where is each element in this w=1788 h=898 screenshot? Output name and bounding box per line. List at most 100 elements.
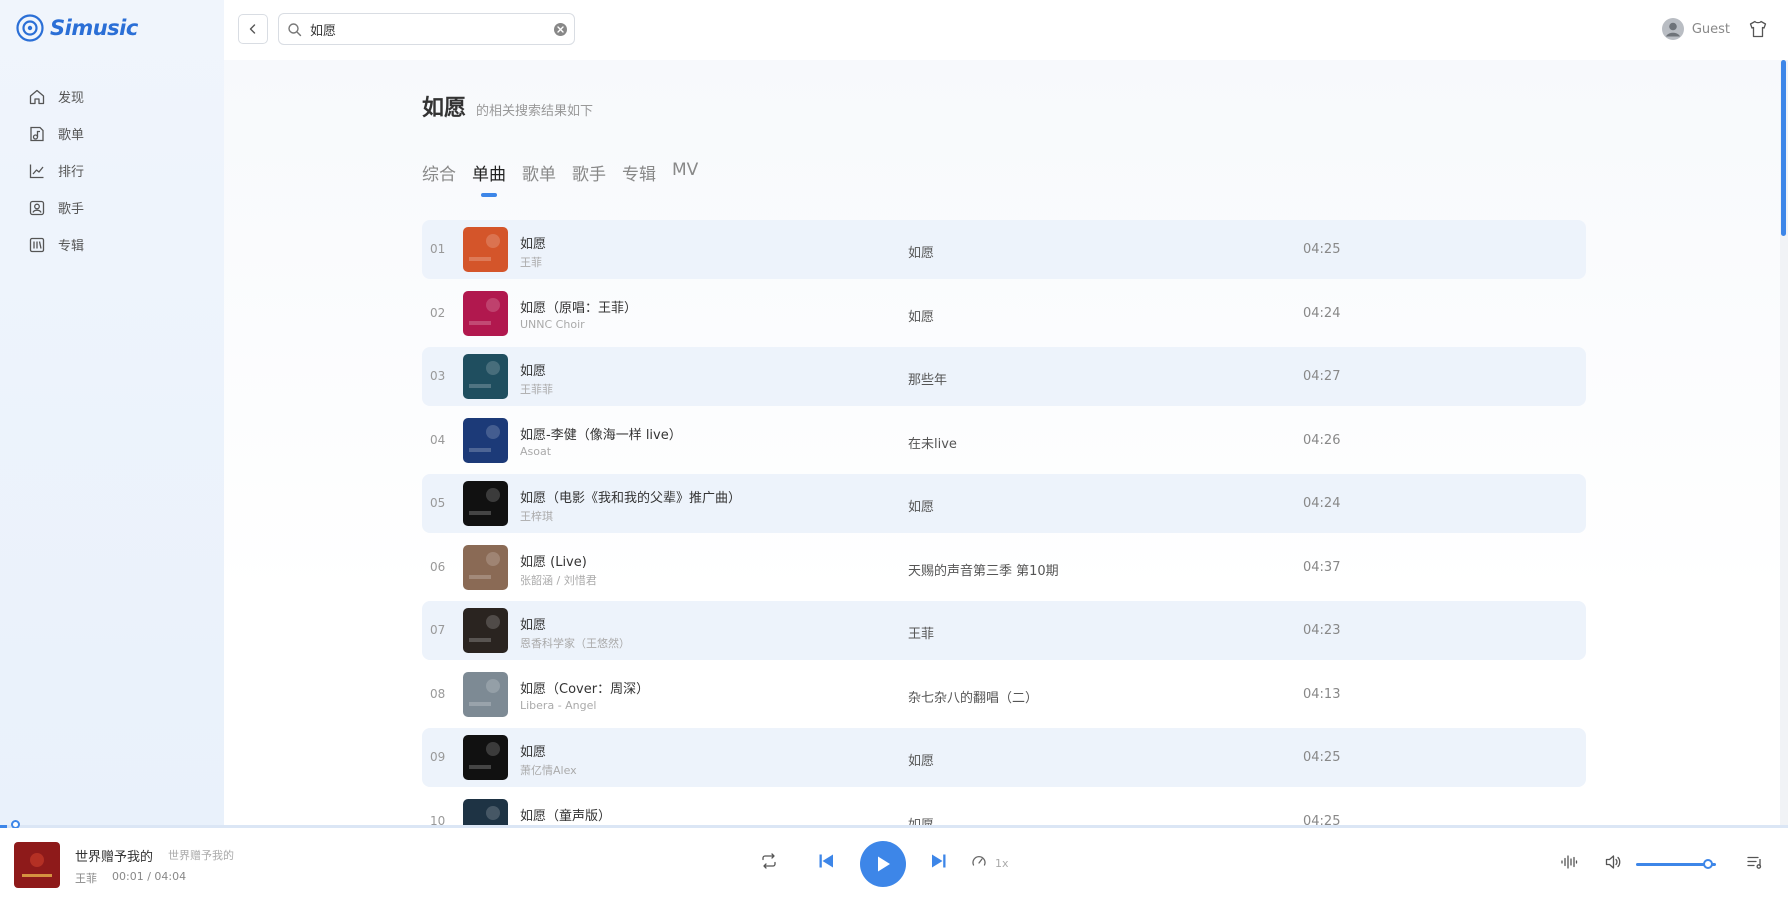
sidebar-item-playlists[interactable]: 歌单 — [28, 115, 84, 152]
sidebar-item-albums[interactable]: 专辑 — [28, 226, 84, 263]
song-artist[interactable]: 萧亿情Alex — [520, 762, 577, 778]
now-playing-cover[interactable] — [14, 842, 60, 888]
repeat-button[interactable] — [758, 850, 780, 872]
song-number: 07 — [430, 623, 446, 637]
song-artist[interactable]: 王菲 — [520, 254, 542, 270]
play-queue-button[interactable] — [1744, 851, 1766, 873]
play-icon — [878, 856, 890, 872]
song-row[interactable]: 02 如愿（原唱：王菲） UNNC Choir 如愿 04:24 — [422, 284, 1586, 343]
song-title[interactable]: 如愿 — [520, 360, 546, 379]
playback-speed-value[interactable]: 1x — [995, 857, 1009, 870]
song-album[interactable]: 在未live — [908, 433, 957, 452]
tab-all[interactable]: 综合 — [422, 160, 456, 185]
waveform-icon — [1561, 855, 1578, 869]
player-bar: 世界赠予我的 世界赠予我的 王菲 00:01 / 04:04 1x — [0, 828, 1788, 898]
song-album[interactable]: 如愿 — [908, 306, 934, 325]
song-artist[interactable]: 王梓琪 — [520, 508, 553, 524]
sidebar-item-singers[interactable]: 歌手 — [28, 189, 84, 226]
album-cover-art — [14, 842, 60, 888]
tab-songs[interactable]: 单曲 — [472, 160, 506, 197]
now-playing-title[interactable]: 世界赠予我的 — [75, 846, 153, 865]
clear-search-icon[interactable] — [553, 22, 568, 37]
song-title[interactable]: 如愿-李健（像海一样 live） — [520, 424, 682, 443]
song-cover[interactable] — [463, 608, 508, 653]
song-row[interactable]: 05 如愿（电影《我和我的父辈》推广曲） 王梓琪 如愿 04:24 — [422, 474, 1586, 533]
chevron-left-icon — [249, 24, 256, 34]
song-artist[interactable]: 王菲菲 — [520, 381, 553, 397]
sidebar-item-label: 歌单 — [58, 128, 85, 143]
song-title[interactable]: 如愿 — [520, 614, 546, 633]
song-row[interactable]: 09 如愿 萧亿情Alex 如愿 04:25 — [422, 728, 1586, 787]
song-cover[interactable] — [463, 417, 508, 463]
search-box[interactable] — [278, 13, 575, 45]
sidebar-item-discover[interactable]: 发现 — [28, 78, 84, 115]
scrollbar-thumb[interactable] — [1781, 60, 1786, 236]
song-title[interactable]: 如愿 — [520, 741, 546, 760]
song-artist[interactable]: Asoat — [520, 445, 551, 458]
song-row[interactable]: 10 如愿（童声版） 如愿 04:25 — [422, 792, 1586, 826]
song-album[interactable]: 如愿 — [908, 814, 934, 826]
sound-effects-button[interactable] — [1558, 851, 1580, 873]
song-title[interactable]: 如愿（Cover：周深） — [520, 678, 649, 697]
song-number: 08 — [430, 686, 446, 701]
search-input[interactable] — [308, 20, 552, 38]
sidebar-item-label: 发现 — [58, 91, 85, 106]
song-row[interactable]: 03 如愿 王菲菲 那些年 04:27 — [422, 347, 1586, 406]
volume-slider[interactable] — [1636, 859, 1716, 869]
sidebar-item-label: 排行 — [58, 165, 85, 180]
song-row[interactable]: 06 如愿 (Live) 张韶涵 / 刘惜君 天赐的声音第三季 第10期 04:37 — [422, 538, 1586, 597]
song-artist[interactable]: Libera - Angel — [520, 699, 596, 712]
playback-speed-button[interactable] — [970, 852, 988, 870]
song-cover[interactable] — [463, 735, 508, 780]
sidebar-item-charts[interactable]: 排行 — [28, 152, 84, 189]
song-album[interactable]: 那些年 — [908, 369, 947, 388]
song-row[interactable]: 08 如愿（Cover：周深） Libera - Angel 杂七杂八的翻唱（二） 04… — [422, 665, 1586, 724]
song-cover[interactable] — [463, 481, 508, 526]
song-album[interactable]: 如愿 — [908, 496, 934, 515]
song-cover[interactable] — [463, 671, 508, 717]
song-album[interactable]: 天赐的声音第三季 第10期 — [908, 560, 1059, 579]
volume-handle[interactable] — [1703, 859, 1713, 869]
play-button[interactable] — [860, 841, 906, 887]
song-cover[interactable] — [463, 227, 508, 272]
song-title[interactable]: 如愿（原唱：王菲） — [520, 297, 637, 316]
song-album[interactable]: 如愿 — [908, 750, 934, 769]
song-cover[interactable] — [463, 290, 508, 336]
song-duration: 04:25 — [1303, 242, 1341, 257]
tab-playlists[interactable]: 歌单 — [522, 160, 556, 185]
song-artist[interactable]: 恩香科学家（王悠然） — [520, 635, 630, 651]
back-button[interactable] — [238, 14, 268, 44]
song-cover[interactable] — [463, 798, 508, 825]
song-row[interactable]: 04 如愿-李健（像海一样 live） Asoat 在未live 04:26 — [422, 411, 1586, 470]
cover-art-image — [463, 227, 508, 272]
next-track-button[interactable] — [928, 850, 950, 872]
search-results-panel: 如愿 的相关搜索结果如下 综合 单曲 歌单 歌手 专辑 MV 01 如愿 王菲 如愿 0… — [224, 60, 1780, 825]
song-number: 02 — [430, 305, 446, 320]
home-icon — [29, 89, 45, 104]
song-title[interactable]: 如愿 — [520, 233, 546, 252]
volume-button[interactable] — [1602, 851, 1624, 873]
tab-albums[interactable]: 专辑 — [622, 160, 656, 185]
song-album[interactable]: 王菲 — [908, 623, 934, 642]
song-album[interactable]: 杂七杂八的翻唱（二） — [908, 687, 1038, 706]
user-menu[interactable]: Guest — [1661, 18, 1730, 40]
song-cover[interactable] — [463, 544, 508, 590]
tab-singers[interactable]: 歌手 — [572, 160, 606, 185]
previous-track-button[interactable] — [815, 850, 837, 872]
song-row[interactable]: 07 如愿 恩香科学家（王悠然） 王菲 04:23 — [422, 601, 1586, 660]
theme-shirt-icon[interactable] — [1748, 19, 1768, 39]
song-artist[interactable]: 张韶涵 / 刘惜君 — [520, 572, 597, 588]
song-title[interactable]: 如愿（童声版） — [520, 805, 611, 824]
result-tabs: 综合 单曲 歌单 歌手 专辑 MV — [422, 160, 714, 197]
song-album[interactable]: 如愿 — [908, 242, 934, 261]
song-artist[interactable]: UNNC Choir — [520, 318, 585, 331]
cover-art-image — [463, 544, 508, 590]
now-playing-artist[interactable]: 王菲 — [75, 870, 97, 886]
song-cover[interactable] — [463, 354, 508, 399]
song-row[interactable]: 01 如愿 王菲 如愿 04:25 — [422, 220, 1586, 279]
song-title[interactable]: 如愿（电影《我和我的父辈》推广曲） — [520, 487, 741, 506]
song-title[interactable]: 如愿 (Live) — [520, 551, 587, 570]
singer-icon — [29, 200, 45, 215]
tab-mv[interactable]: MV — [672, 160, 698, 185]
app-logo[interactable]: Simusic — [16, 14, 138, 42]
